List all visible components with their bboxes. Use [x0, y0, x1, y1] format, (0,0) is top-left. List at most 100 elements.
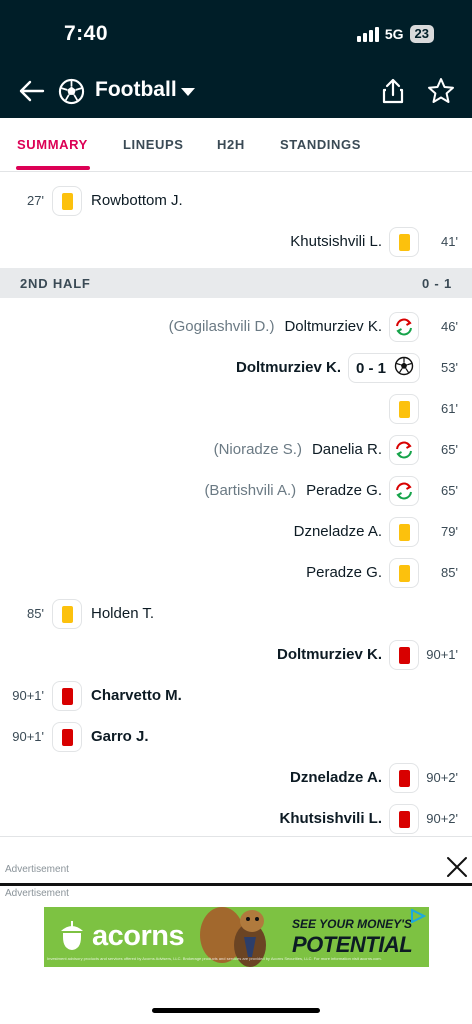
incident-minute: 90+1'	[12, 688, 44, 703]
home-indicator	[152, 1008, 320, 1013]
star-icon[interactable]	[426, 76, 456, 106]
tab-summary[interactable]: SUMMARY	[17, 137, 88, 152]
incident-minute: 85'	[27, 606, 44, 621]
red-card-icon	[389, 640, 419, 670]
player-name[interactable]: Garro J.	[91, 728, 149, 745]
player-name[interactable]: Rowbottom J.	[91, 192, 183, 209]
tab-lineups[interactable]: LINEUPS	[123, 137, 184, 152]
substituted-player: (Nioradze S.)	[213, 441, 302, 458]
player-label: Rowbottom J.	[91, 192, 183, 209]
battery-icon: 23	[409, 25, 434, 43]
soccer-ball-icon	[394, 356, 414, 381]
player-label: Peradze G.	[306, 564, 382, 581]
chevron-down-icon[interactable]	[181, 88, 195, 96]
incident-row: 90+1' Charvetto M.	[0, 673, 472, 714]
ad-disclaimer: Investment advisory products and service…	[47, 956, 382, 961]
incident-minute: 90+1'	[12, 729, 44, 744]
incident-row: 90+2' Khutsishvili L.	[0, 796, 472, 837]
ad-label: Advertisement	[5, 864, 69, 875]
player-label: Khutsishvili L.	[290, 233, 382, 250]
adchoices-icon[interactable]	[410, 909, 426, 923]
incident-row: 79' Dzneladze A.	[0, 509, 472, 550]
ad-tagline-small: SEE YOUR MONEY'S	[292, 917, 412, 931]
red-card-icon	[389, 763, 419, 793]
incident-row: 41' Khutsishvili L.	[0, 219, 472, 260]
player-label: Danelia R.	[311, 441, 382, 458]
player-name[interactable]: (Nioradze S.) Danelia R.	[214, 441, 382, 458]
player-name[interactable]: Charvetto M.	[91, 687, 182, 704]
player-name[interactable]: Khutsishvili L.	[290, 233, 382, 250]
player-name[interactable]: Dzneladze A.	[294, 523, 382, 540]
player-label: Garro J.	[91, 728, 149, 745]
incident-row: 90+2' Dzneladze A.	[0, 755, 472, 796]
yellow-card-icon	[389, 227, 419, 257]
ad-brand: acorns	[92, 920, 185, 952]
ad-separator	[0, 883, 472, 886]
player-name[interactable]: Peradze G.	[306, 564, 382, 581]
substitution-icon	[389, 476, 419, 506]
player-label: Dzneladze A.	[293, 523, 382, 540]
incident-row: 90+1' Garro J.	[0, 714, 472, 755]
yellow-card-icon	[389, 394, 419, 424]
player-name[interactable]: Khutsishvili L.	[279, 810, 382, 827]
incident-row: 53' 0 - 1 Doltmurziev K.	[0, 345, 472, 386]
player-name[interactable]: Dzneladze A.	[290, 769, 382, 786]
sport-title[interactable]: Football	[95, 78, 177, 102]
acorn-icon	[61, 921, 83, 950]
back-arrow-icon[interactable]	[16, 76, 46, 106]
tab-standings[interactable]: STANDINGS	[280, 137, 361, 152]
player-label: Dzneladze A.	[290, 769, 382, 786]
goal-score: 0 - 1	[356, 359, 387, 377]
incident-row: 46' (Gogilashvili D.) Doltmurziev K.	[0, 304, 472, 345]
soccer-ball-icon	[58, 78, 85, 105]
player-label: Holden T.	[91, 605, 155, 622]
yellow-card-icon	[52, 186, 82, 216]
half-label: 2ND HALF	[20, 276, 91, 291]
share-icon[interactable]	[378, 76, 408, 106]
player-label: Doltmurziev K.	[284, 318, 382, 335]
player-label: Doltmurziev K.	[276, 646, 382, 663]
red-card-icon	[389, 804, 419, 834]
yellow-card-icon	[389, 558, 419, 588]
active-tab-indicator	[16, 166, 90, 170]
ad-label: Advertisement	[5, 888, 69, 899]
half-header: 2ND HALF 0 - 1	[0, 268, 472, 298]
yellow-card-icon	[389, 517, 419, 547]
incident-row: 65' (Bartishvili A.) Peradze G.	[0, 468, 472, 509]
player-name[interactable]: Doltmurziev K.	[236, 359, 341, 376]
incident-row: 90+1' Doltmurziev K.	[0, 632, 472, 673]
player-label: Charvetto M.	[91, 687, 182, 704]
status-time: 7:40	[64, 22, 109, 45]
ad-banner[interactable]: acorns SEE YOUR MONEY'S POTENTIAL Invest…	[44, 907, 429, 967]
incident-row: 85' Holden T.	[0, 591, 472, 632]
incident-minute: 27'	[27, 193, 44, 208]
incident-row: 85' Peradze G.	[0, 550, 472, 591]
signal-icon	[356, 26, 379, 42]
substitution-icon	[389, 312, 419, 342]
tab-h2h[interactable]: H2H	[217, 137, 245, 152]
network-label: 5G	[384, 26, 404, 42]
substituted-player: (Gogilashvili D.)	[168, 318, 275, 335]
app-header: 7:40 5G 23 Football	[0, 0, 472, 118]
half-score: 0 - 1	[421, 276, 452, 291]
substitution-icon	[389, 435, 419, 465]
incident-row: 61'	[0, 386, 472, 427]
ad-tagline-big: POTENTIAL	[292, 932, 413, 957]
section-divider	[0, 836, 472, 837]
goal-score-box: 0 - 1	[348, 353, 420, 383]
close-icon[interactable]	[445, 855, 469, 879]
player-name[interactable]: (Gogilashvili D.) Doltmurziev K.	[169, 318, 382, 335]
player-name[interactable]: Doltmurziev K.	[277, 646, 382, 663]
player-name[interactable]: Holden T.	[91, 605, 154, 622]
incident-row: 65' (Nioradze S.) Danelia R.	[0, 427, 472, 468]
player-label: Khutsishvili L.	[279, 810, 382, 827]
match-tabs: SUMMARY LINEUPS H2H STANDINGS	[0, 118, 472, 172]
player-name[interactable]: (Bartishvili A.) Peradze G.	[204, 482, 382, 499]
incident-row: 27' Rowbottom J.	[0, 178, 472, 219]
incidents-list: 27' Rowbottom J. 41' Khutsishvili L. 2ND HA…	[0, 178, 472, 837]
status-indicators: 5G 23	[356, 25, 434, 43]
substituted-player: (Bartishvili A.)	[204, 482, 297, 499]
yellow-card-icon	[52, 599, 82, 629]
red-card-icon	[52, 681, 82, 711]
red-card-icon	[52, 722, 82, 752]
